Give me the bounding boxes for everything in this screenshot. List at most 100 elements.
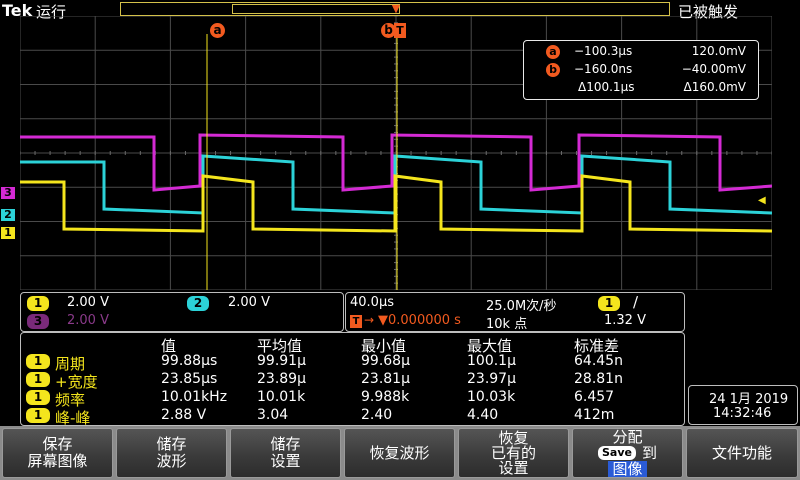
ch2-ground-marker[interactable]: 2 [1, 209, 15, 221]
ch1-ground-marker[interactable]: 1 [1, 227, 15, 239]
grid-minor-tick [696, 151, 698, 155]
measurement-value: 99.88µs [161, 353, 218, 369]
grid-minor-tick [545, 151, 547, 155]
measurement-value: 23.85µs [161, 371, 218, 387]
grid-minor-tick [230, 151, 232, 155]
grid-minor-tick [681, 151, 683, 155]
measurement-max: 100.1µ [467, 353, 516, 369]
grid-minor-tick [440, 151, 442, 155]
grid-minor-tick [560, 151, 562, 155]
grid-minor-tick [320, 151, 322, 155]
measurement-value: 10.01kHz [161, 389, 228, 405]
grid-minor-tick [410, 151, 412, 155]
cursor-a-readout: a −100.3µs 120.0mV [524, 44, 758, 60]
grid-minor-tick [49, 151, 51, 155]
measurement-ch-chip: 1 [26, 372, 50, 387]
trigger-position-marker: T [394, 23, 406, 38]
ch3-scale: 2.00 V [67, 313, 109, 328]
grid-minor-tick [485, 151, 487, 155]
record-length: 10k 点 [486, 317, 528, 332]
vertical-settings-panel[interactable]: 1 2.00 V 2 2.00 V 3 2.00 V [20, 292, 344, 332]
grid-minor-tick [124, 151, 126, 155]
grid-minor-tick [350, 151, 352, 155]
assign-target-label: 图像 [608, 461, 647, 477]
cursor-delta-time: Δ100.1µs [578, 80, 635, 94]
measurement-mean: 23.89µ [257, 371, 306, 387]
measurement-row-frequency[interactable]: 1 频率 10.01kHz 10.01k 9.988k 10.03k 6.457 [21, 389, 684, 409]
cursor-b-value: −40.00mV [681, 62, 746, 76]
save-screen-label-2: 屏幕图像 [27, 452, 88, 470]
date: 24 1月 2019 [709, 392, 789, 407]
grid-minor-tick [726, 151, 728, 155]
save-screen-label-1: 保存 [42, 435, 73, 453]
measurement-mean: 3.04 [257, 407, 289, 423]
measurement-row-peak-to-peak[interactable]: 1 峰-峰 2.88 V 3.04 2.40 4.40 412m [21, 407, 684, 427]
measurement-ch-chip: 1 [26, 390, 50, 405]
trigger-source-chip: 1 [598, 296, 620, 311]
save-waveform-button[interactable]: 储存 波形 [116, 428, 227, 478]
measurement-row-pos-width[interactable]: 1 +宽度 23.85µs 23.89µ 23.81µ 23.97µ 28.81… [21, 371, 684, 391]
measurement-ch-chip: 1 [26, 354, 50, 369]
trigger-level-arrow-icon: ◀ [758, 195, 766, 206]
grid-minor-tick [756, 151, 758, 155]
time: 14:32:46 [713, 406, 772, 421]
grid-minor-tick [651, 151, 653, 155]
assign-to-label: 到 [641, 444, 657, 462]
grid-minor-tick [260, 151, 262, 155]
cursor-a-readout-badge: a [546, 45, 560, 59]
sample-rate: 25.0M次/秒 [486, 299, 557, 314]
save-setup-label-1: 储存 [270, 435, 301, 453]
measurement-min: 99.68µ [361, 353, 410, 369]
grid-minor-tick [636, 151, 638, 155]
grid-minor-tick [500, 151, 502, 155]
measurement-std: 412m [574, 407, 615, 423]
record-view-window [232, 4, 400, 14]
measurement-name: 峰-峰 [55, 409, 91, 427]
save-screen-image-button[interactable]: 保存 屏幕图像 [2, 428, 113, 478]
measurement-max: 4.40 [467, 407, 499, 423]
save-waveform-label-2: 波形 [156, 452, 187, 470]
measurement-std: 6.457 [574, 389, 615, 405]
assign-save-button[interactable]: 分配 Save 到 图像 [572, 428, 683, 478]
measurement-row-period[interactable]: 1 周期 99.88µs 99.91µ 99.68µ 100.1µ 64.45n [21, 353, 684, 373]
grid-minor-tick [455, 151, 457, 155]
measurement-value: 2.88 V [161, 407, 207, 423]
grid-minor-tick [335, 151, 337, 155]
measurement-std: 28.81n [574, 371, 623, 387]
save-key-icon: Save [598, 446, 636, 460]
measurement-mean: 10.01k [257, 389, 306, 405]
recall-waveform-button[interactable]: 恢复波形 [344, 428, 455, 478]
horizontal-trigger-panel[interactable]: 40.0µs 25.0M次/秒 T → ▼0.000000 s 10k 点 1 … [345, 292, 685, 332]
save-setup-label-2: 设置 [270, 452, 301, 470]
measurement-table[interactable]: 值 平均值 最小值 最大值 标准差 1 周期 99.88µs 99.91µ 99… [20, 332, 685, 427]
grid-minor-tick [64, 151, 66, 155]
ch2-chip: 2 [187, 296, 209, 311]
recall-setup-button[interactable]: 恢复 已有的 设置 [458, 428, 569, 478]
save-waveform-label-1: 储存 [156, 435, 187, 453]
recall-waveform-label: 恢复波形 [369, 443, 430, 462]
measurement-max: 23.97µ [467, 371, 516, 387]
grid-minor-tick [470, 151, 472, 155]
cursor-b-time: −160.0ns [574, 62, 633, 76]
cursor-a-badge[interactable]: a [210, 23, 225, 38]
ch2-scale: 2.00 V [228, 295, 270, 310]
ch1-chip: 1 [27, 296, 49, 311]
file-functions-label: 文件功能 [711, 443, 772, 462]
grid-minor-tick [139, 151, 141, 155]
measurement-min: 9.988k [361, 389, 410, 405]
grid-minor-tick [425, 151, 427, 155]
file-functions-button[interactable]: 文件功能 [686, 428, 798, 478]
horizontal-scale: 40.0µs [350, 295, 394, 310]
trigger-position-icon: T [350, 315, 362, 328]
cursor-b-readout: b −160.0ns −40.00mV [524, 62, 758, 78]
measurement-min: 2.40 [361, 407, 393, 423]
grid-minor-tick [169, 151, 171, 155]
grid-minor-tick [215, 151, 217, 155]
grid-minor-tick [666, 151, 668, 155]
grid-minor-tick [34, 151, 36, 155]
measurement-max: 10.03k [467, 389, 516, 405]
measurement-std: 64.45n [574, 353, 623, 369]
grid-minor-tick [741, 151, 743, 155]
save-setup-button[interactable]: 储存 设置 [230, 428, 341, 478]
ch3-ground-marker[interactable]: 3 [1, 187, 15, 199]
